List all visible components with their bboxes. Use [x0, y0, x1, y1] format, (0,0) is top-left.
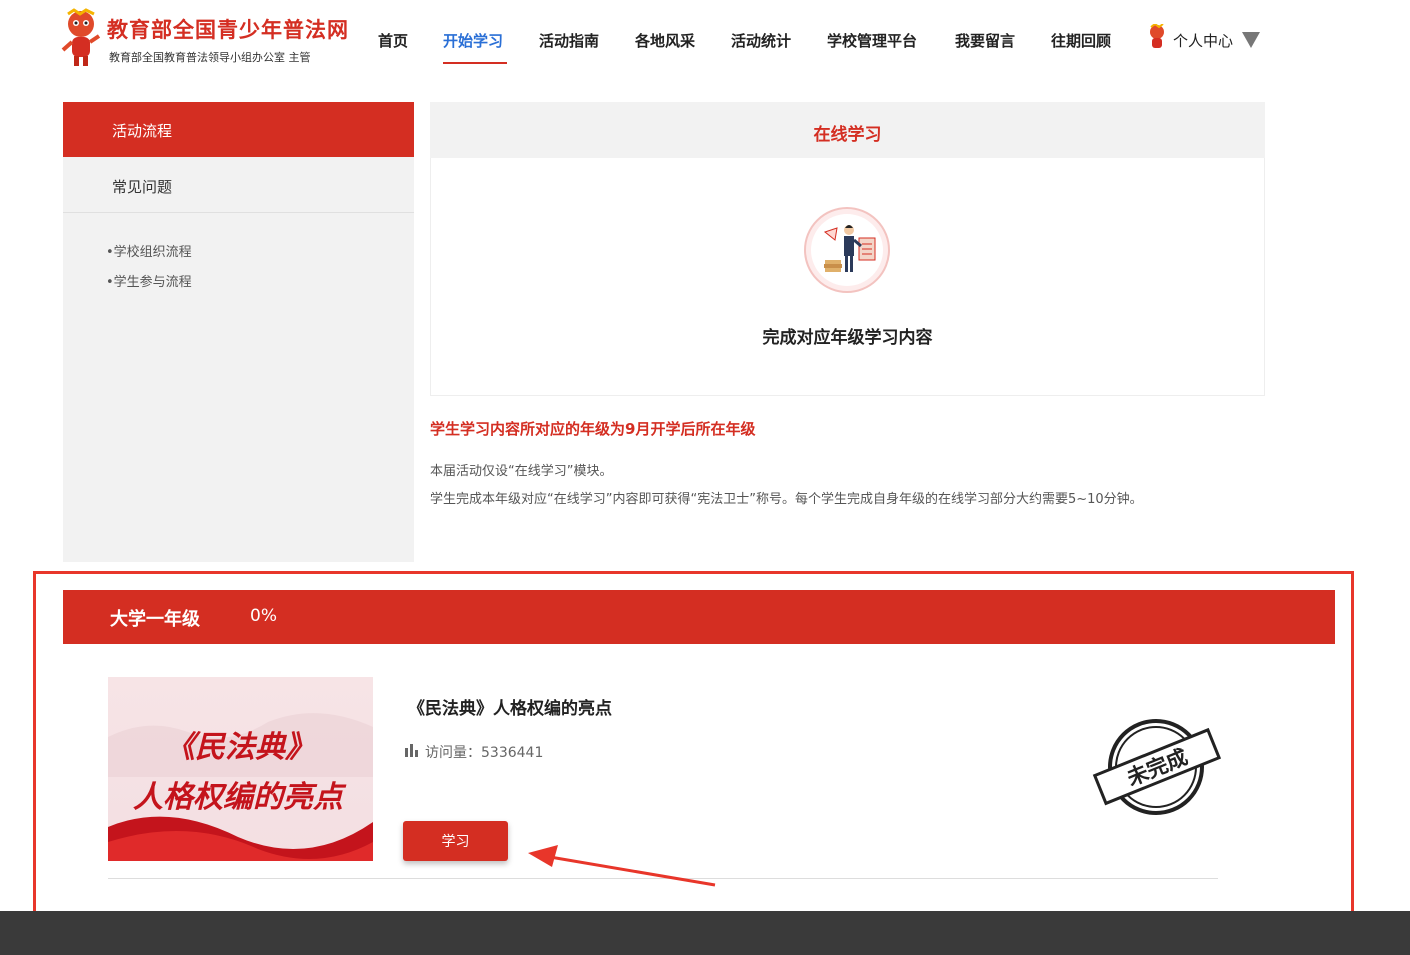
active-nav-underline — [443, 62, 507, 64]
site-subtitle: 教育部全国教育普法领导小组办公室 主管 — [109, 51, 311, 64]
nav-school-platform[interactable]: 学校管理平台 — [827, 30, 917, 51]
nav-activity-guide[interactable]: 活动指南 — [539, 30, 599, 51]
nav-start-learning[interactable]: 开始学习 — [443, 30, 503, 51]
notice-line: 本届活动仅设“在线学习”模块。 — [430, 464, 613, 479]
chevron-down-icon[interactable] — [1242, 32, 1260, 48]
nav-user-center[interactable]: 个人中心 — [1173, 30, 1233, 51]
site-title[interactable]: 教育部全国青少年普法网 — [107, 14, 349, 44]
nav-activity-stats[interactable]: 活动统计 — [731, 30, 791, 51]
mascot-logo-icon[interactable] — [60, 8, 102, 70]
study-guide-icon — [804, 207, 890, 293]
sidebar-item-faq[interactable]: 常见问题 — [112, 176, 172, 197]
nav-leave-message[interactable]: 我要留言 — [955, 30, 1015, 51]
sidebar-link-student-process[interactable]: •学生参与流程 — [106, 271, 192, 290]
nav-regional-showcase[interactable]: 各地风采 — [635, 30, 695, 51]
user-avatar-icon[interactable] — [1146, 24, 1168, 50]
nav-home[interactable]: 首页 — [378, 30, 408, 51]
sidebar-link-school-process[interactable]: •学校组织流程 — [106, 241, 192, 260]
footer — [0, 911, 1410, 955]
nav-past-review[interactable]: 往期回顾 — [1051, 30, 1111, 51]
sidebar — [63, 102, 414, 562]
panel-caption: 完成对应年级学习内容 — [762, 328, 933, 348]
notice-line: 学生完成本年级对应“在线学习”内容即可获得“宪法卫士”称号。每个学生完成自身年级… — [430, 492, 1143, 507]
sidebar-divider — [63, 212, 414, 213]
sidebar-item-label[interactable]: 活动流程 — [112, 120, 172, 141]
annotation-arrow-icon — [528, 845, 716, 887]
grade-notice: 学生学习内容所对应的年级为9月开学后所在年级 — [430, 420, 756, 438]
panel-title: 在线学习 — [813, 125, 882, 145]
